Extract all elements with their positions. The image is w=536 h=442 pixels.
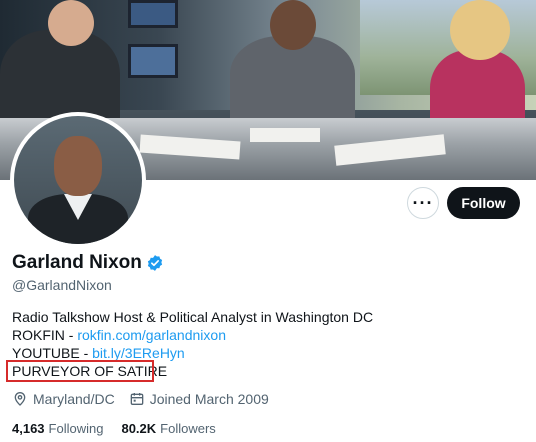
rokfin-link[interactable]: rokfin.com/garlandnixon bbox=[77, 327, 226, 343]
banner-monitor bbox=[128, 44, 178, 78]
followers-label: Followers bbox=[160, 421, 216, 436]
profile-meta: Maryland/DC Joined March 2009 bbox=[12, 391, 277, 407]
location-item: Maryland/DC bbox=[12, 391, 115, 407]
youtube-link[interactable]: bit.ly/3EReHyn bbox=[92, 345, 185, 361]
banner-person bbox=[230, 36, 355, 131]
following-count: 4,163 bbox=[12, 421, 45, 436]
following-label: Following bbox=[48, 421, 104, 436]
banner-person-head bbox=[270, 0, 316, 50]
more-options-icon: ··· bbox=[412, 193, 434, 213]
location-text: Maryland/DC bbox=[33, 391, 115, 407]
banner-paper bbox=[250, 128, 320, 142]
following-link[interactable]: 4,163 Following bbox=[12, 421, 103, 436]
avatar[interactable] bbox=[10, 112, 146, 248]
calendar-icon bbox=[130, 393, 144, 405]
banner-person-head bbox=[450, 0, 510, 60]
profile-stats: 4,163 Following 80.2K Followers bbox=[12, 421, 216, 436]
bio-description: Radio Talkshow Host & Political Analyst … bbox=[12, 309, 374, 325]
bio-rokfin-line: ROKFIN - rokfin.com/garlandnixon bbox=[12, 326, 373, 344]
banner-monitor bbox=[128, 0, 178, 28]
followers-count: 80.2K bbox=[121, 421, 157, 436]
verified-badge-icon[interactable] bbox=[146, 254, 164, 272]
followers-link[interactable]: 80.2K Followers bbox=[121, 421, 215, 436]
bio-youtube-label: YOUTUBE - bbox=[12, 345, 93, 361]
profile-handle: @GarlandNixon bbox=[12, 277, 112, 293]
avatar-head bbox=[54, 136, 102, 196]
joined-item: Joined March 2009 bbox=[129, 391, 269, 407]
location-pin-icon bbox=[14, 392, 26, 406]
profile-name: Garland Nixon bbox=[12, 252, 164, 274]
highlight-box bbox=[6, 360, 154, 382]
more-options-button[interactable]: ··· bbox=[407, 187, 439, 219]
bio-rokfin-label: ROKFIN - bbox=[12, 327, 78, 343]
follow-button[interactable]: Follow bbox=[447, 187, 520, 219]
profile-name-text: Garland Nixon bbox=[12, 252, 142, 273]
joined-text: Joined March 2009 bbox=[149, 391, 269, 407]
follow-button-label: Follow bbox=[461, 195, 506, 211]
banner-person-head bbox=[48, 0, 94, 46]
